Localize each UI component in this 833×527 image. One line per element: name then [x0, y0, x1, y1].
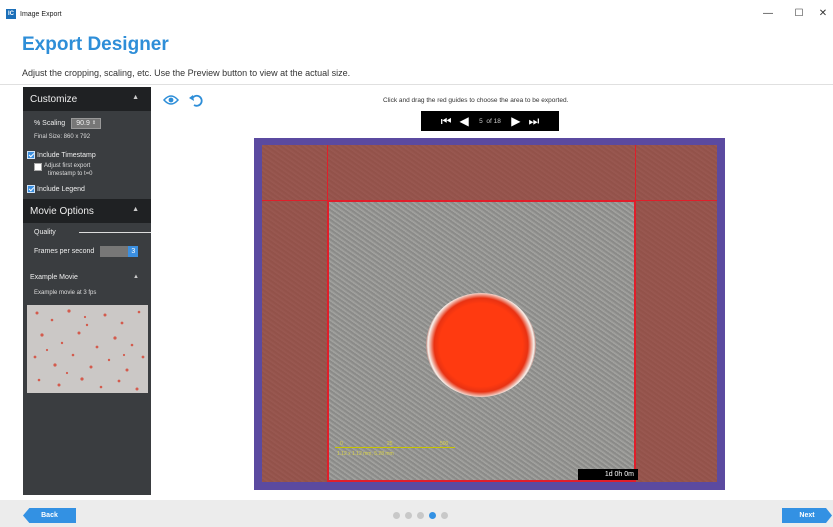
customize-header-label: Customize: [30, 93, 78, 105]
fps-row: Frames per second 3: [23, 244, 151, 258]
scaling-label: % Scaling: [34, 119, 66, 127]
scale-caption: 1.12 x 1.12 mm, 5.28 mm: [337, 451, 394, 457]
include-timestamp-checkbox[interactable]: [27, 151, 35, 159]
dimmed-left: [262, 200, 327, 482]
options-sidebar: Customize ▲ % Scaling 90.9 ⇕ Final Size: …: [23, 87, 159, 495]
final-size-text: Final Size: 860 x 792: [34, 134, 91, 140]
step-dot: [417, 512, 424, 519]
include-legend-row[interactable]: Include Legend: [23, 182, 151, 196]
page-subtitle: Adjust the cropping, scaling, etc. Use t…: [22, 68, 351, 78]
header-divider: [0, 84, 833, 85]
minimize-button[interactable]: —: [753, 8, 783, 19]
step-dot: [429, 512, 436, 519]
example-movie-caption: Example movie at 3 fps: [34, 290, 97, 296]
example-movie-thumbnail[interactable]: [27, 305, 148, 393]
scaling-value: 90.9: [76, 119, 90, 127]
quality-label: Quality: [34, 228, 56, 236]
frame-navigator: ⏮ ◀ 5 of 18 ▶ ⏭: [421, 111, 559, 131]
movie-options-section-header[interactable]: Movie Options ▲: [23, 199, 151, 223]
step-dot: [393, 512, 400, 519]
fps-value: 3: [128, 245, 139, 257]
dimmed-top: [262, 145, 717, 200]
example-movie-header-label: Example Movie: [30, 273, 78, 281]
include-legend-checkbox[interactable]: [27, 185, 35, 193]
image-timestamp: 1d 0h 0m: [578, 469, 638, 480]
quality-slider-track[interactable]: [79, 232, 159, 233]
example-movie-caption-row: Example movie at 3 fps: [23, 286, 151, 300]
collapse-chevron-icon[interactable]: ▲: [132, 94, 139, 101]
scaling-row: % Scaling 90.9 ⇕: [23, 116, 151, 130]
quality-slider-thumb[interactable]: [151, 228, 159, 236]
step-dot: [441, 512, 448, 519]
adjust-first-export-checkbox[interactable]: [34, 163, 42, 171]
include-legend-label: Include Legend: [37, 185, 85, 193]
scale-tick-1: 25: [387, 441, 393, 447]
back-button[interactable]: Back: [23, 508, 76, 523]
prev-frame-icon[interactable]: ◀: [455, 114, 473, 128]
movie-options-header-label: Movie Options: [30, 205, 94, 217]
include-timestamp-label: Include Timestamp: [37, 151, 96, 159]
window-title: Image Export: [20, 10, 62, 18]
include-timestamp-row[interactable]: Include Timestamp: [23, 148, 151, 162]
window-titlebar: IC Image Export: [0, 0, 833, 28]
close-button[interactable]: ✕: [808, 8, 833, 19]
page-title: Export Designer: [22, 34, 169, 55]
instruction-text: Click and drag the red guides to choose …: [383, 97, 569, 104]
collapse-chevron-icon[interactable]: ▲: [133, 274, 139, 280]
fps-input[interactable]: 3: [100, 245, 139, 257]
scaling-input[interactable]: 90.9 ⇕: [71, 117, 102, 129]
next-button[interactable]: Next: [782, 508, 832, 523]
collapse-chevron-icon[interactable]: ▲: [132, 206, 139, 213]
crop-region[interactable]: [327, 200, 636, 482]
customize-section-header[interactable]: Customize ▲: [23, 87, 151, 111]
quality-row: Quality: [23, 225, 159, 239]
scale-tick-2: 500: [440, 441, 449, 447]
step-dot: [405, 512, 412, 519]
next-frame-icon[interactable]: ▶: [507, 114, 525, 128]
microscopy-image[interactable]: 0 25 500 1.12 x 1.12 mm, 5.28 mm 1d 0h 0…: [262, 145, 717, 482]
app-icon: IC: [6, 9, 16, 19]
first-frame-icon[interactable]: ⏮: [437, 114, 455, 129]
scale-bar: [335, 447, 455, 448]
frame-counter: 5 of 18: [479, 117, 501, 125]
adjust-first-export-label: Adjust first export timestamp to t=0: [44, 163, 93, 177]
last-frame-icon[interactable]: ⏭: [525, 114, 543, 129]
scale-tick-0: 0: [340, 441, 343, 447]
dimmed-right: [635, 200, 717, 482]
step-indicator: [393, 512, 448, 519]
export-preview: 0 25 500 1.12 x 1.12 mm, 5.28 mm 1d 0h 0…: [254, 138, 725, 490]
example-movie-image: [27, 305, 148, 393]
spinner-icon[interactable]: ⇕: [92, 120, 96, 126]
example-movie-header[interactable]: Example Movie ▲: [23, 270, 151, 284]
final-size-row: Final Size: 860 x 792: [23, 130, 151, 144]
fps-label: Frames per second: [34, 247, 95, 255]
adjust-first-export-row[interactable]: Adjust first export timestamp to t=0: [23, 162, 151, 182]
undo-icon[interactable]: [189, 94, 203, 110]
eye-icon[interactable]: [163, 94, 179, 109]
